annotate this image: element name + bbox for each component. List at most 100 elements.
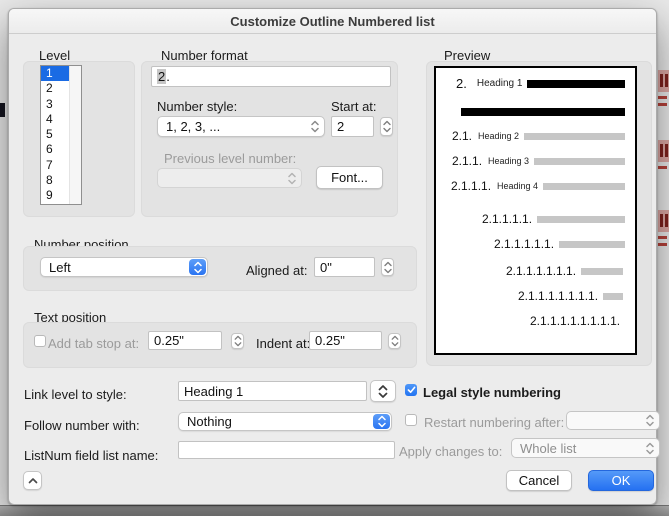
preview-number: 2.1.1.1.1.1.1.1.1. [530,314,621,328]
aligned-at-label: Aligned at: [246,263,308,278]
preview-bar [559,240,625,248]
preview-bar [534,157,625,165]
preview-number: 2.1. [452,129,473,143]
level-item[interactable]: 3 [41,97,69,112]
number-style-value: 1, 2, 3, ... [166,119,221,134]
preview-bar [461,108,625,116]
start-at-stepper[interactable] [380,117,393,136]
preview-number: 2.1.1. [452,154,483,168]
number-format-selected-text: 2 [157,69,167,84]
preview-row: 2. Heading 1 [436,76,635,91]
preview-number: 2.1.1.1.1.1.1.1. [518,289,599,303]
background-document-fragment [658,210,669,246]
preview-number: 2. [456,76,467,91]
follow-number-label: Follow number with: [24,418,140,433]
number-position-dropdown[interactable]: Left [40,257,208,277]
restart-numbering-checkbox[interactable] [405,414,417,426]
add-tab-stop-checkbox[interactable] [34,335,46,347]
indent-at-stepper[interactable] [388,333,401,349]
legal-style-label: Legal style numbering [423,385,561,400]
preview-number: 2.1.1.1.1. [482,212,533,226]
preview-bar [543,182,625,190]
level-item[interactable]: 4 [41,112,69,127]
number-position-value: Left [49,259,71,275]
legal-style-checkbox[interactable] [405,384,417,396]
checkmark-icon [407,386,415,394]
level-item[interactable]: 5 [41,127,69,142]
previous-level-dropdown [157,168,302,188]
preview-row: 2.1.1.1.1. [436,212,635,226]
indent-at-input[interactable] [309,331,382,350]
aligned-at-stepper[interactable] [381,258,394,276]
background-document-fragment [658,70,669,106]
number-style-dropdown[interactable]: 1, 2, 3, ... [157,116,325,137]
preview-row: 2.1.1.1.1.1.1. [436,264,635,278]
apply-changes-value: Whole list [520,440,577,456]
level-listbox[interactable]: 1 2 3 4 5 6 7 8 9 [40,65,82,205]
number-style-label: Number style: [157,99,238,114]
background-document-fragment [658,140,669,169]
level-item[interactable]: 8 [41,173,69,188]
dialog-customize-outline-numbered-list: Customize Outline Numbered list Level 1 … [8,8,660,505]
level-item[interactable]: 6 [41,142,69,157]
level-item[interactable]: 2 [41,81,69,96]
restart-numbering-dropdown [566,411,660,430]
apply-changes-dropdown[interactable]: Whole list [511,438,660,458]
chevron-updown-icon [373,414,390,429]
link-level-label: Link level to style: [24,387,127,402]
background-window-edge [0,505,669,516]
collapse-button[interactable] [23,471,42,490]
chevron-updown-icon [641,440,658,456]
start-at-input[interactable] [331,116,374,137]
background-document-fragment [0,103,5,117]
apply-changes-label: Apply changes to: [399,444,503,459]
aligned-at-input[interactable] [314,257,375,277]
dialog-title: Customize Outline Numbered list [230,13,435,29]
preview-number: 2.1.1.1.1.1. [494,237,555,251]
preview-bar [581,267,623,275]
preview-row: 2.1.1. Heading 3 [436,154,635,168]
preview-heading: Heading 3 [488,156,530,166]
add-tab-stop-label: Add tab stop at: [48,336,140,351]
link-level-input[interactable] [178,381,367,401]
level-item[interactable]: 1 [41,66,69,82]
listnum-label: ListNum field list name: [24,448,159,463]
dialog-titlebar[interactable]: Customize Outline Numbered list [9,9,656,34]
tab-stop-input[interactable] [148,331,222,350]
preview-heading: Heading 1 [476,78,523,89]
preview-bar [537,215,625,223]
chevron-updown-icon [641,413,658,428]
preview-bar [524,132,625,140]
preview-bar [527,79,625,88]
screen: Customize Outline Numbered list Level 1 … [0,0,669,516]
start-at-label: Start at: [331,99,377,114]
preview-box: 2. Heading 1 2.1. Heading 2 2.1.1. Headi… [434,66,637,355]
chevron-updown-icon [189,259,206,275]
chevron-updown-icon [306,118,323,135]
link-level-stepper[interactable] [370,380,396,402]
preview-row: 2.1.1.1.1.1.1.1. [436,289,635,303]
cancel-button[interactable]: Cancel [506,470,572,491]
tab-stop-stepper[interactable] [231,333,244,349]
preview-row: 2.1. Heading 2 [436,129,635,143]
restart-numbering-label: Restart numbering after: [424,415,565,430]
preview-row [436,108,635,116]
number-format-input[interactable]: 2. [151,66,391,87]
preview-row: 2.1.1.1. Heading 4 [436,179,635,193]
number-format-rest-text: . [166,69,170,84]
follow-number-dropdown[interactable]: Nothing [178,412,392,431]
preview-heading: Heading 4 [497,181,539,191]
level-item[interactable]: 9 [41,188,69,203]
indent-at-label: Indent at: [256,336,311,351]
follow-number-value: Nothing [187,414,232,429]
listnum-input[interactable] [178,441,395,459]
preview-heading: Heading 2 [478,131,520,141]
level-scrollbar-track[interactable] [69,66,81,204]
preview-number: 2.1.1.1.1.1.1. [506,264,577,278]
preview-number: 2.1.1.1. [451,179,492,193]
level-item[interactable]: 7 [41,158,69,173]
ok-button[interactable]: OK [588,470,654,491]
font-button[interactable]: Font... [316,166,383,189]
previous-level-label: Previous level number: [164,151,297,166]
preview-row: 2.1.1.1.1.1. [436,237,635,251]
